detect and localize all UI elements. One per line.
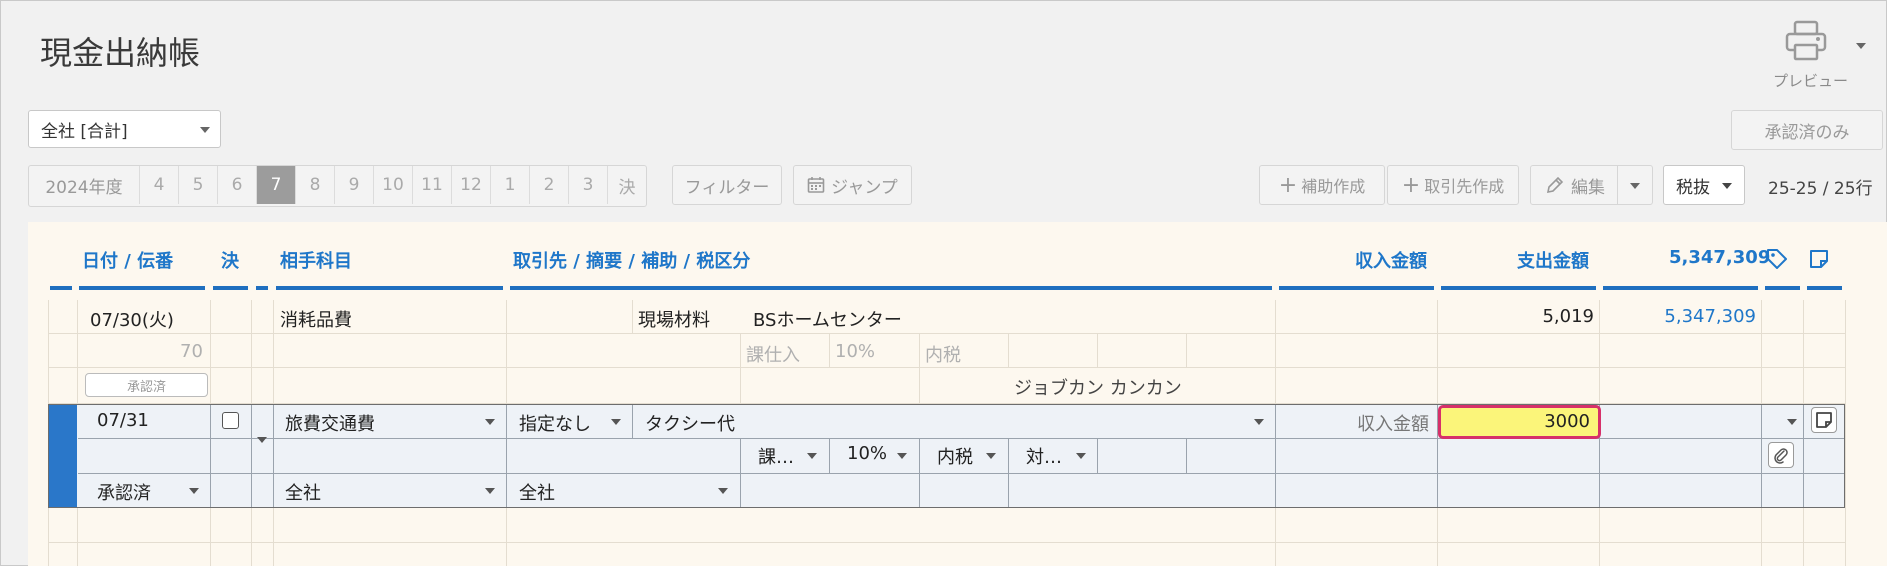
chevron-down-icon (897, 453, 907, 459)
chevron-down-icon (485, 419, 495, 425)
department-select[interactable]: 全社 (285, 479, 321, 505)
chevron-down-icon (1722, 183, 1732, 189)
month-tab[interactable]: 1 (491, 166, 530, 204)
status-badge: 承認済 (85, 373, 208, 397)
approved-only-button[interactable]: 承認済のみ (1731, 110, 1883, 150)
row-menu-dropdown-icon[interactable] (257, 437, 267, 443)
add-partner-button[interactable]: + 取引先作成 (1387, 165, 1519, 205)
add-subaccount-button[interactable]: + 補助作成 (1259, 165, 1385, 205)
month-tab[interactable]: 9 (335, 166, 374, 204)
tax-category-select[interactable]: 課… (758, 443, 794, 469)
subaccount-select[interactable]: 指定なし (519, 410, 591, 436)
row-expense[interactable]: 5,019 (1542, 306, 1594, 327)
row-subaccount[interactable]: 現場材料 (638, 306, 710, 332)
month-tab[interactable]: 2 (530, 166, 569, 204)
month-tab[interactable]: 4 (140, 166, 179, 204)
filter-button[interactable]: フィルター (672, 165, 782, 205)
chevron-down-icon (1076, 453, 1086, 459)
month-tab[interactable]: 6 (218, 166, 257, 204)
row-selected-indicator (49, 405, 77, 507)
month-tab[interactable]: 10 (374, 166, 413, 204)
approval-status-select[interactable]: 承認済 (97, 479, 151, 505)
company-select[interactable]: 全社 [合計] (28, 110, 221, 148)
row-number: 70 (180, 341, 203, 362)
month-tab-settlement[interactable]: 決 (608, 166, 646, 204)
header-expense[interactable]: 支出金額 (1517, 247, 1589, 273)
tax-type-select[interactable]: 内税 (937, 443, 973, 469)
chevron-down-icon (485, 488, 495, 494)
edit-dropdown-icon[interactable] (1630, 183, 1640, 189)
tag-icon[interactable] (1766, 248, 1788, 274)
row-count: 25-25 / 25行 (1768, 179, 1873, 199)
month-tab[interactable]: 3 (569, 166, 608, 204)
edit-button[interactable]: 編集 (1530, 165, 1653, 205)
printer-icon[interactable] (1783, 18, 1833, 68)
add-subaccount-label: 補助作成 (1301, 177, 1366, 196)
month-tab[interactable]: 5 (179, 166, 218, 204)
note-icon[interactable] (1808, 248, 1830, 274)
row-tax-rate: 10% (835, 341, 876, 362)
description-input[interactable]: タクシー代 (645, 410, 735, 436)
preview-label[interactable]: プレビュー (1773, 70, 1848, 91)
tax-rate-select[interactable]: 10% (847, 443, 887, 464)
fiscal-year[interactable]: 2024年度 (29, 166, 140, 204)
header-settled[interactable]: 決 (221, 247, 239, 273)
chevron-down-icon (986, 453, 996, 459)
row-partner[interactable]: BSホームセンター (753, 306, 902, 332)
month-tab[interactable]: 8 (296, 166, 335, 204)
chevron-down-icon (611, 419, 621, 425)
jump-button[interactable]: ジャンプ (793, 165, 912, 205)
month-tab[interactable]: 11 (413, 166, 452, 204)
tax-mode-select[interactable]: 税抜 (1663, 165, 1745, 205)
month-tab-active[interactable]: 7 (257, 166, 296, 204)
header-date[interactable]: 日付 / 伝番 (82, 247, 173, 273)
jump-label: ジャンプ (831, 177, 898, 198)
calendar-icon (807, 176, 825, 194)
page-title: 現金出納帳 (40, 34, 201, 72)
pencil-icon (1545, 175, 1565, 195)
company-select-label: 全社 [合計] (41, 121, 128, 142)
chevron-down-icon (1254, 419, 1264, 425)
note-icon[interactable] (1811, 407, 1837, 433)
date-input[interactable]: 07/31 (97, 410, 149, 431)
chevron-down-icon (189, 488, 199, 494)
row-balance: 5,347,309 (1664, 306, 1756, 327)
expense-amount-input[interactable]: 3000 (1438, 405, 1601, 439)
plus-icon: + (1278, 172, 1298, 198)
chevron-down-icon (807, 453, 817, 459)
tax-target-select[interactable]: 対… (1026, 443, 1062, 469)
row-account[interactable]: 消耗品費 (280, 306, 352, 332)
header-account[interactable]: 相手科目 (280, 247, 352, 273)
plus-icon: + (1401, 172, 1421, 198)
row-date[interactable]: 07/30(火) (90, 306, 174, 332)
add-partner-label: 取引先作成 (1424, 177, 1505, 196)
row-tax-category: 課仕入 (746, 345, 800, 366)
chevron-down-icon (200, 127, 210, 133)
paperclip-icon[interactable] (1768, 442, 1794, 468)
header-income[interactable]: 収入金額 (1355, 247, 1427, 273)
department-select-2[interactable]: 全社 (519, 479, 555, 505)
settled-checkbox[interactable] (222, 412, 239, 429)
tax-mode-label: 税抜 (1676, 177, 1710, 198)
row-tax-type: 内税 (925, 345, 961, 366)
chevron-down-icon (718, 488, 728, 494)
income-amount-field[interactable]: 収入金額 (1357, 410, 1429, 436)
chevron-down-icon[interactable] (1787, 419, 1797, 425)
account-select[interactable]: 旅費交通費 (285, 410, 375, 436)
period-selector: 2024年度 4 5 6 7 8 9 10 11 12 1 2 3 決 (28, 165, 647, 207)
edit-label: 編集 (1571, 177, 1605, 198)
ledger-table (28, 222, 1887, 566)
row-memo: ジョブカン カンカン (1014, 378, 1182, 399)
header-balance: 5,347,309 (1669, 247, 1771, 268)
preview-dropdown-icon[interactable] (1856, 43, 1866, 49)
month-tab[interactable]: 12 (452, 166, 491, 204)
header-partner[interactable]: 取引先 / 摘要 / 補助 / 税区分 (513, 247, 750, 273)
